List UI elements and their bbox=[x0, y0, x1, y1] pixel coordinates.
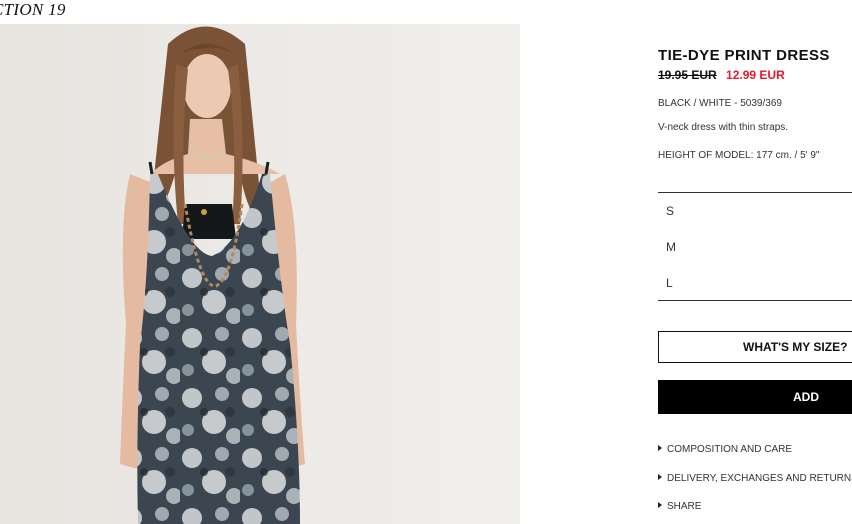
product-image[interactable] bbox=[0, 24, 520, 524]
triangle-right-icon bbox=[658, 474, 662, 480]
delivery-returns-link[interactable]: DELIVERY, EXCHANGES AND RETURNS bbox=[658, 473, 852, 484]
product-description: V-neck dress with thin straps. bbox=[658, 122, 789, 133]
sale-price: 12.99 EUR bbox=[726, 68, 785, 82]
composition-care-link[interactable]: COMPOSITION AND CARE bbox=[658, 444, 792, 455]
whats-my-size-button[interactable]: WHAT'S MY SIZE? bbox=[658, 331, 852, 363]
size-option-m[interactable]: M bbox=[666, 240, 676, 254]
triangle-right-icon bbox=[658, 445, 662, 451]
share-label: SHARE bbox=[667, 501, 702, 512]
size-option-l[interactable]: L bbox=[666, 276, 673, 290]
share-link[interactable]: SHARE bbox=[658, 501, 701, 512]
size-list-top-divider bbox=[658, 192, 852, 193]
product-info-panel: TIE-DYE PRINT DRESS 19.95 EUR 12.99 EUR … bbox=[658, 0, 852, 524]
color-reference: BLACK / WHITE - 5039/369 bbox=[658, 98, 782, 109]
size-option-s[interactable]: S bbox=[666, 204, 674, 218]
old-price: 19.95 EUR bbox=[658, 68, 717, 82]
price-row: 19.95 EUR 12.99 EUR bbox=[658, 68, 785, 82]
product-title: TIE-DYE PRINT DRESS bbox=[658, 47, 830, 64]
add-to-cart-button[interactable]: ADD bbox=[658, 380, 852, 414]
delivery-returns-label: DELIVERY, EXCHANGES AND RETURNS bbox=[667, 473, 852, 484]
model-height: HEIGHT OF MODEL: 177 cm. / 5' 9" bbox=[658, 150, 820, 161]
collection-label: CTION 19 bbox=[0, 0, 66, 19]
size-list-bottom-divider bbox=[658, 300, 852, 301]
composition-care-label: COMPOSITION AND CARE bbox=[667, 444, 793, 455]
model-photo bbox=[0, 24, 520, 524]
triangle-right-icon bbox=[658, 502, 662, 508]
